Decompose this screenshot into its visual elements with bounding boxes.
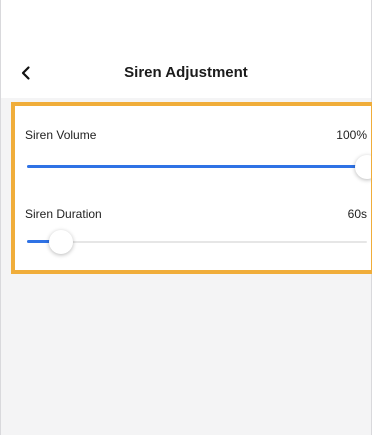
siren-settings-panel: Siren Volume 100% Siren Duration 60s [15,106,371,270]
siren-duration-thumb[interactable] [49,230,73,254]
nav-bar: Siren Adjustment [1,0,371,98]
siren-volume-label: Siren Volume [25,128,97,142]
siren-settings-highlight: Siren Volume 100% Siren Duration 60s [11,102,372,274]
siren-volume-thumb[interactable] [355,155,371,179]
page-title: Siren Adjustment [124,64,248,81]
siren-duration-slider[interactable] [27,230,367,254]
app-screen: Siren Adjustment Siren Volume 100% Siren… [0,0,372,435]
siren-duration-value: 60s [347,207,367,221]
siren-duration-track [27,241,367,243]
siren-duration-label: Siren Duration [25,207,102,221]
siren-volume-fill [27,165,367,168]
siren-volume-value: 100% [336,128,367,142]
siren-volume-slider[interactable] [27,155,371,179]
